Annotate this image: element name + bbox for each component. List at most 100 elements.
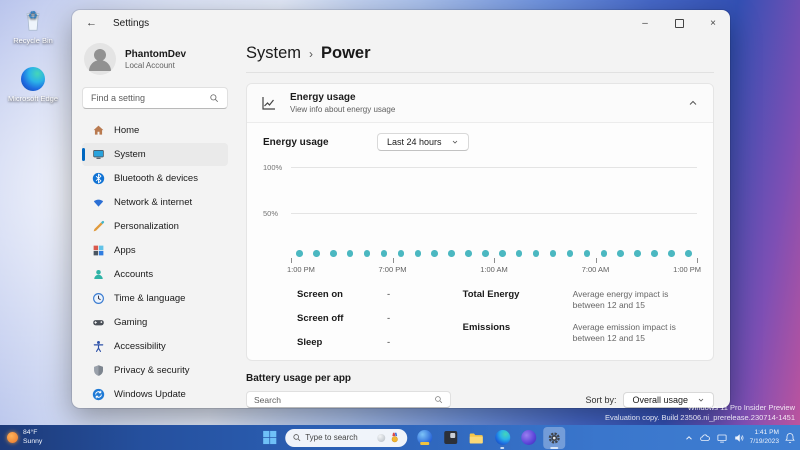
- sidebar-nav: Home System Bluetooth & devices Network & i…: [82, 119, 228, 406]
- stat-label: Emissions: [462, 321, 511, 333]
- network-icon[interactable]: [716, 432, 728, 444]
- notifications-bell-icon[interactable]: [784, 432, 796, 444]
- copilot-preview-icon: [416, 430, 432, 445]
- widgets-weather-button[interactable]: 84°F Sunny: [7, 425, 42, 450]
- sidebar-item-bluetooth-devices[interactable]: Bluetooth & devices: [82, 167, 228, 190]
- gridline-100: [291, 167, 697, 168]
- settings-search-input[interactable]: Find a setting: [82, 87, 228, 109]
- settings-icon: [547, 431, 561, 445]
- windows-update-icon: [92, 388, 105, 401]
- taskbar-app-edge-icon[interactable]: [491, 427, 513, 449]
- desktop-icon-recycle-bin[interactable]: ♻ Recycle Bin: [4, 8, 62, 45]
- taskbar-search-input[interactable]: Type to search: [285, 428, 408, 447]
- breadcrumb: System › Power: [246, 36, 714, 63]
- sidebar-item-network-internet[interactable]: Network & internet: [82, 191, 228, 214]
- start-button[interactable]: [259, 428, 279, 448]
- user-name: PhantomDev: [125, 48, 187, 60]
- taskbar-app-store-icon[interactable]: [517, 427, 539, 449]
- sidebar-item-label: Personalization: [114, 221, 179, 232]
- breadcrumb-separator: ›: [309, 46, 314, 61]
- task-view-icon: [443, 431, 457, 444]
- sidebar-item-label: Network & internet: [114, 197, 193, 208]
- system-tray: 1:41 PM 7/19/2023: [684, 425, 796, 450]
- x-tick-mark: [595, 258, 597, 263]
- stat-row-sleep: Sleep -: [297, 337, 463, 348]
- search-highlights-medal-icon: [391, 432, 398, 443]
- bluetooth-icon: [92, 172, 105, 185]
- sidebar-item-label: Accounts: [114, 269, 154, 280]
- content-scroll-area: Energy usage View info about energy usag…: [246, 73, 714, 408]
- sidebar-item-accessibility[interactable]: Accessibility: [82, 335, 228, 358]
- sidebar-item-apps[interactable]: Apps: [82, 239, 228, 262]
- edge-icon: [494, 430, 510, 445]
- stat-row-screen-off: Screen off -: [297, 313, 463, 324]
- clock[interactable]: 1:41 PM 7/19/2023: [750, 429, 779, 446]
- window-controls: – ×: [628, 10, 730, 36]
- stat-row-screen-on: Screen on -: [297, 289, 463, 300]
- sidebar-item-personalization[interactable]: Personalization: [82, 215, 228, 238]
- line-chart-icon: [262, 97, 275, 110]
- stat-label: Total Energy: [462, 289, 520, 300]
- x-tick-label: 1:00 PM: [673, 265, 701, 274]
- stat-row-emissions: Emissions Average emission impact is betw…: [463, 322, 697, 345]
- stat-value: -: [387, 337, 391, 348]
- y-axis-tick-label: 50%: [263, 209, 279, 218]
- sidebar-item-accounts[interactable]: Accounts: [82, 263, 228, 286]
- edge-icon: [20, 66, 46, 92]
- weather-temperature: 84°F: [23, 428, 38, 436]
- system-icon: [92, 148, 105, 161]
- x-tick-mark: [697, 258, 698, 263]
- tray-chevron-up-icon[interactable]: [684, 433, 694, 443]
- desktop-icon-edge[interactable]: Microsoft Edge: [4, 66, 62, 103]
- file-explorer-icon: [468, 430, 484, 446]
- sidebar-item-windows-update[interactable]: Windows Update: [82, 383, 228, 406]
- personalization-icon: [92, 220, 105, 233]
- x-tick-label: 7:00 PM: [378, 265, 407, 274]
- time-range-value: Last 24 hours: [387, 137, 442, 147]
- time-language-icon: [92, 292, 105, 305]
- evaluation-watermark: Windows 11 Pro Insider Preview Evaluatio…: [605, 403, 795, 423]
- privacy-security-icon: [92, 364, 105, 377]
- sidebar-item-label: Bluetooth & devices: [114, 173, 198, 184]
- taskbar-app-settings-icon[interactable]: [543, 426, 566, 449]
- energy-stats: Screen on - Screen off - Sleep - Total Energy…: [263, 289, 697, 348]
- gridline-50: [291, 213, 697, 214]
- settings-window: ← Settings – × PhantomDev Local Account …: [72, 10, 730, 408]
- accessibility-icon: [92, 340, 105, 353]
- close-button[interactable]: ×: [696, 10, 730, 36]
- energy-usage-card-header[interactable]: Energy usage View info about energy usag…: [247, 84, 713, 123]
- x-axis: 1:00 PM 7:00 PM 1:00 AM 7:00 AM 1:00 PM: [287, 254, 701, 276]
- taskbar-app-file-explorer-icon[interactable]: [465, 427, 487, 449]
- chevron-up-icon[interactable]: [687, 97, 699, 109]
- energy-usage-chart: 100% 50% 1:00 PM 7:00 PM 1:00 AM 7:00 AM 1:0…: [263, 161, 701, 277]
- sidebar-item-privacy-security[interactable]: Privacy & security: [82, 359, 228, 382]
- home-icon: [92, 124, 105, 137]
- stat-value: -: [387, 289, 391, 300]
- sidebar-item-gaming[interactable]: Gaming: [82, 311, 228, 334]
- volume-icon[interactable]: [733, 432, 745, 444]
- x-tick-mark: [494, 258, 495, 263]
- minimize-button[interactable]: –: [628, 10, 662, 36]
- y-axis-tick-label: 100%: [263, 163, 283, 172]
- windows-start-icon: [262, 430, 276, 445]
- tray-time: 1:41 PM: [754, 428, 779, 436]
- search-icon: [210, 94, 219, 103]
- maximize-button[interactable]: [662, 10, 696, 36]
- onedrive-cloud-icon[interactable]: [699, 432, 711, 444]
- stat-value: Average energy impact is between 12 and …: [572, 289, 669, 311]
- x-tick-label: 1:00 AM: [480, 265, 508, 274]
- back-button[interactable]: ←: [86, 17, 97, 29]
- taskbar-app-task-view-icon[interactable]: [439, 427, 461, 449]
- app-search-input[interactable]: Search: [246, 391, 451, 408]
- time-range-dropdown[interactable]: Last 24 hours: [377, 133, 469, 151]
- user-account[interactable]: PhantomDev Local Account: [82, 38, 228, 79]
- window-title: Settings: [113, 17, 150, 29]
- sidebar-item-system[interactable]: System: [82, 143, 228, 166]
- sidebar-item-time-language[interactable]: Time & language: [82, 287, 228, 310]
- energy-card-subtitle: View info about energy usage: [290, 105, 396, 114]
- taskbar-app-copilot-preview-icon[interactable]: [413, 427, 435, 449]
- breadcrumb-parent[interactable]: System: [246, 44, 301, 63]
- taskbar: 84°F Sunny Type to search 1:41 PM 7/19/2…: [0, 425, 800, 450]
- stat-value: -: [387, 313, 391, 324]
- sidebar-item-home[interactable]: Home: [82, 119, 228, 142]
